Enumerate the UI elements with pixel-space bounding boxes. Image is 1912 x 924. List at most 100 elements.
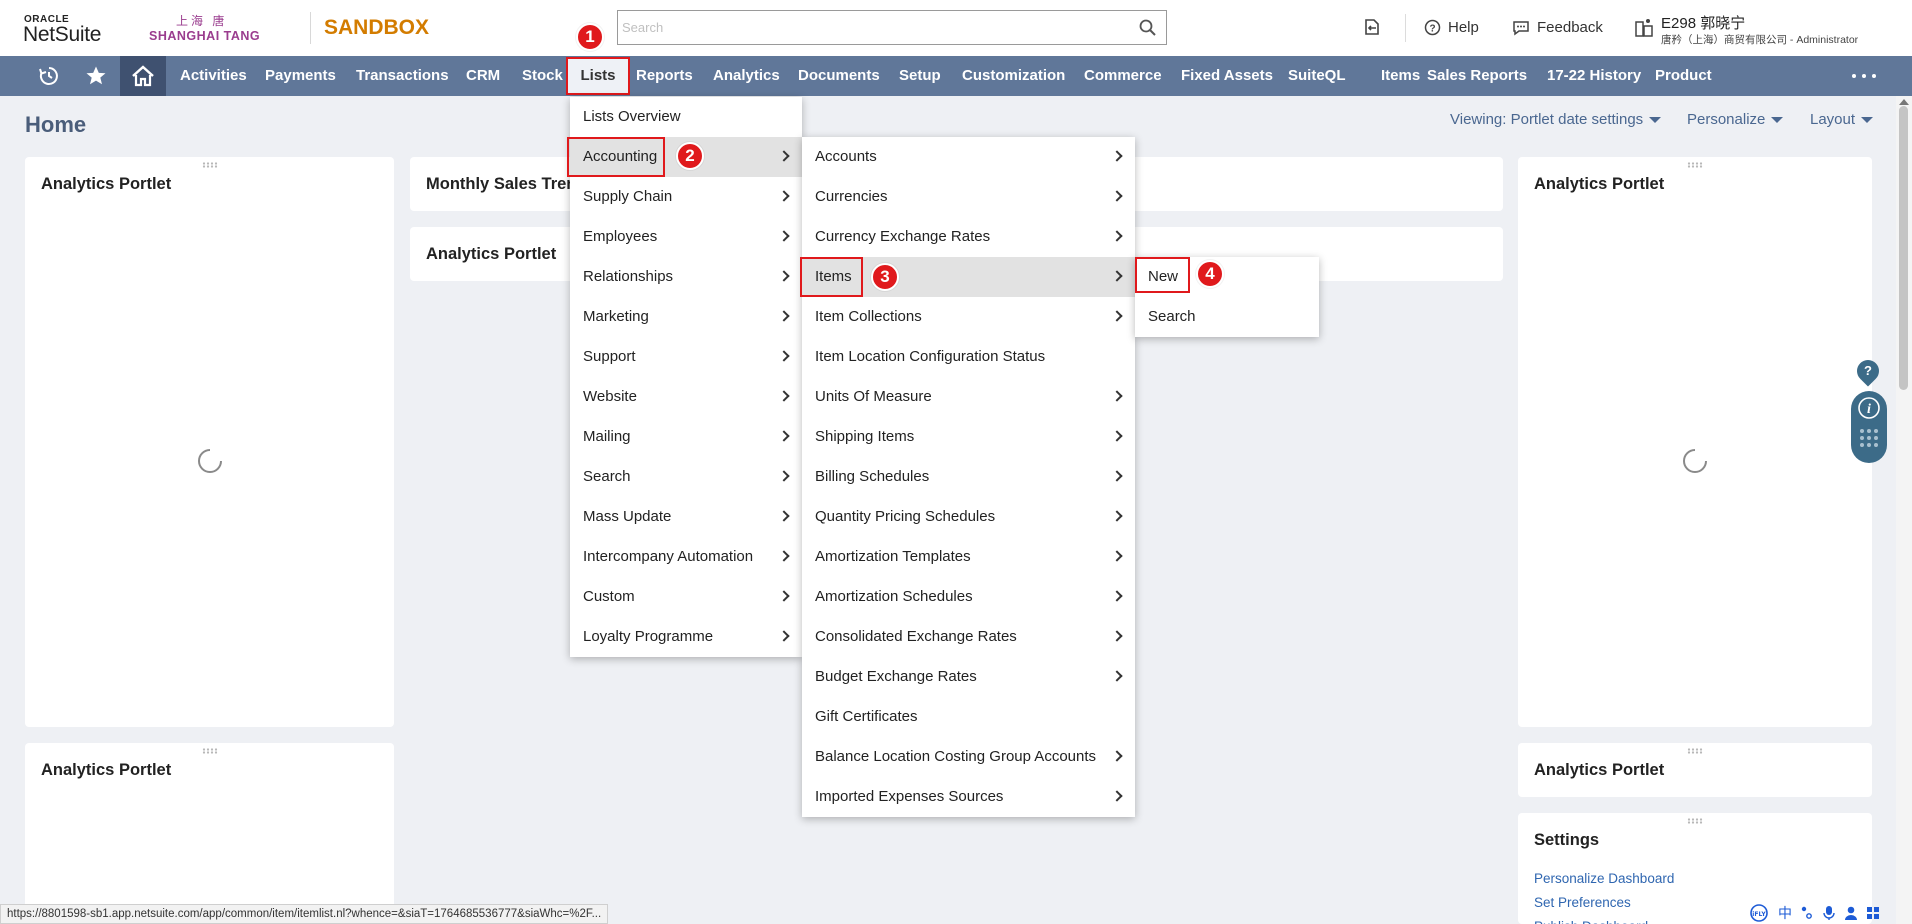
personalize-dropdown[interactable]: Personalize <box>1687 111 1784 128</box>
submenu-item-amortization-schedules[interactable]: Amortization Schedules <box>802 577 1135 617</box>
menu-item-search[interactable]: Search <box>570 457 802 497</box>
menu-item-label: Supply Chain <box>583 188 673 205</box>
menu-item-label: Units Of Measure <box>815 388 932 405</box>
nav-documents[interactable]: Documents <box>798 56 880 96</box>
loading-spinner-icon <box>198 449 222 473</box>
help-link[interactable]: ? Help <box>1424 19 1479 36</box>
nav-fixed-assets[interactable]: Fixed Assets <box>1181 56 1273 96</box>
nav-crm[interactable]: CRM <box>466 56 500 96</box>
nav-suiteql[interactable]: SuiteQL <box>1288 56 1346 96</box>
personalize-dashboard-link[interactable]: Personalize Dashboard <box>1534 871 1674 886</box>
info-widget[interactable]: i <box>1851 391 1887 463</box>
company-logo-name: SHANGHAI TANG <box>149 29 261 43</box>
submenu-item-budget-exchange-rates[interactable]: Budget Exchange Rates <box>802 657 1135 697</box>
menu-item-employees[interactable]: Employees <box>570 217 802 257</box>
drag-handle-icon[interactable] <box>1687 818 1703 824</box>
menu-item-custom[interactable]: Custom <box>570 577 802 617</box>
nav-sales-reports[interactable]: Sales Reports <box>1427 56 1527 96</box>
submenu-item-item-location-configuration-status[interactable]: Item Location Configuration Status <box>802 337 1135 377</box>
nav-setup[interactable]: Setup <box>899 56 941 96</box>
submenu-item-quantity-pricing-schedules[interactable]: Quantity Pricing Schedules <box>802 497 1135 537</box>
menu-item-loyalty-programme[interactable]: Loyalty Programme <box>570 617 802 657</box>
submenu-item-gift-certificates[interactable]: Gift Certificates <box>802 697 1135 737</box>
scroll-up-arrow-icon[interactable] <box>1899 99 1909 105</box>
microphone-icon[interactable] <box>1822 905 1836 921</box>
submenu-item-accounts[interactable]: Accounts <box>802 137 1135 177</box>
menu-item-marketing[interactable]: Marketing <box>570 297 802 337</box>
nav-stock[interactable]: Stock <box>522 56 563 96</box>
user-name[interactable]: E298 郭晓宁 <box>1661 12 1745 33</box>
submenu-item-item-collections[interactable]: Item Collections <box>802 297 1135 337</box>
chevron-right-icon <box>1111 390 1123 402</box>
menu-item-supply-chain[interactable]: Supply Chain <box>570 177 802 217</box>
menu-item-label: Currencies <box>815 188 888 205</box>
publish-dashboard-link[interactable]: Publish Dashboard <box>1534 919 1648 924</box>
submenu-item-balance-location-costing-group-accounts[interactable]: Balance Location Costing Group Accounts <box>802 737 1135 777</box>
punctuation-icon[interactable] <box>1800 905 1814 921</box>
submenu-item-search[interactable]: Search <box>1135 297 1319 337</box>
menu-item-label: Shipping Items <box>815 428 915 445</box>
menu-item-website[interactable]: Website <box>570 377 802 417</box>
global-search-input[interactable] <box>618 11 1118 44</box>
netsuite-logo[interactable]: NetSuite <box>23 23 101 47</box>
nav-product[interactable]: Product <box>1655 56 1712 96</box>
nav-transactions[interactable]: Transactions <box>356 56 449 96</box>
chevron-right-icon <box>778 430 790 442</box>
menu-item-mailing[interactable]: Mailing <box>570 417 802 457</box>
nav-payments[interactable]: Payments <box>265 56 336 96</box>
submenu-item-amortization-templates[interactable]: Amortization Templates <box>802 537 1135 577</box>
ime-logo-icon[interactable]: iFLY <box>1748 904 1770 922</box>
company-logo-chinese: 上海 唐 <box>176 14 228 28</box>
nav-activities[interactable]: Activities <box>180 56 247 96</box>
nav-analytics[interactable]: Analytics <box>713 56 780 96</box>
recent-history-icon[interactable] <box>34 56 64 96</box>
user-role[interactable]: 唐矜（上海）商贸有限公司 - Administrator <box>1661 32 1858 47</box>
menu-item-relationships[interactable]: Relationships <box>570 257 802 297</box>
nav-lists[interactable]: Lists <box>566 57 630 95</box>
apps-grid-icon[interactable] <box>1866 905 1880 921</box>
nav-commerce[interactable]: Commerce <box>1084 56 1162 96</box>
menu-item-intercompany-automation[interactable]: Intercompany Automation <box>570 537 802 577</box>
layout-dropdown[interactable]: Layout <box>1810 111 1874 128</box>
role-switch-icon[interactable] <box>1633 17 1655 39</box>
more-menu-icon[interactable] <box>1852 56 1876 96</box>
submenu-item-currency-exchange-rates[interactable]: Currency Exchange Rates <box>802 217 1135 257</box>
menu-item-label: Item Collections <box>815 308 922 325</box>
menu-item-mass-update[interactable]: Mass Update <box>570 497 802 537</box>
set-preferences-link[interactable]: Set Preferences <box>1534 895 1631 910</box>
nav-customization[interactable]: Customization <box>962 56 1065 96</box>
feedback-link[interactable]: Feedback <box>1512 19 1603 36</box>
menu-item-support[interactable]: Support <box>570 337 802 377</box>
nav-lists-label: Lists <box>580 67 616 84</box>
drag-handle-icon[interactable] <box>1687 748 1703 754</box>
drag-handle-icon[interactable] <box>1687 162 1703 168</box>
scrollbar-thumb[interactable] <box>1899 106 1908 390</box>
menu-item-lists-overview[interactable]: Lists Overview <box>570 97 802 137</box>
user-profile-icon[interactable] <box>1844 905 1858 921</box>
nav-items[interactable]: Items <box>1381 56 1420 96</box>
ime-language-toggle[interactable]: 中 <box>1778 903 1792 923</box>
nav-reports[interactable]: Reports <box>636 56 693 96</box>
drag-handle-icon[interactable] <box>201 162 218 168</box>
submenu-item-currencies[interactable]: Currencies <box>802 177 1135 217</box>
viewing-settings-dropdown[interactable]: Viewing: Portlet date settings <box>1450 111 1662 128</box>
recent-records-icon[interactable] <box>1362 16 1384 38</box>
submenu-item-units-of-measure[interactable]: Units Of Measure <box>802 377 1135 417</box>
home-tab[interactable] <box>120 56 166 96</box>
submenu-item-billing-schedules[interactable]: Billing Schedules <box>802 457 1135 497</box>
menu-item-label: Search <box>583 468 631 485</box>
submenu-item-imported-expenses-sources[interactable]: Imported Expenses Sources <box>802 777 1135 817</box>
menu-item-label: Quantity Pricing Schedules <box>815 508 996 525</box>
submenu-item-consolidated-exchange-rates[interactable]: Consolidated Exchange Rates <box>802 617 1135 657</box>
help-pin-icon[interactable]: ? <box>1852 355 1884 387</box>
chevron-right-icon <box>778 550 790 562</box>
favorites-star-icon[interactable] <box>81 56 111 96</box>
search-icon[interactable] <box>1138 18 1158 38</box>
portlet-title: Analytics Portlet <box>41 761 172 779</box>
submenu-item-shipping-items[interactable]: Shipping Items <box>802 417 1135 457</box>
chevron-right-icon <box>1111 430 1123 442</box>
drag-handle-icon[interactable] <box>201 748 218 754</box>
chevron-right-icon <box>1111 190 1123 202</box>
portlet-title: Analytics Portlet <box>1534 175 1665 193</box>
nav-history[interactable]: 17-22 History <box>1547 56 1641 96</box>
